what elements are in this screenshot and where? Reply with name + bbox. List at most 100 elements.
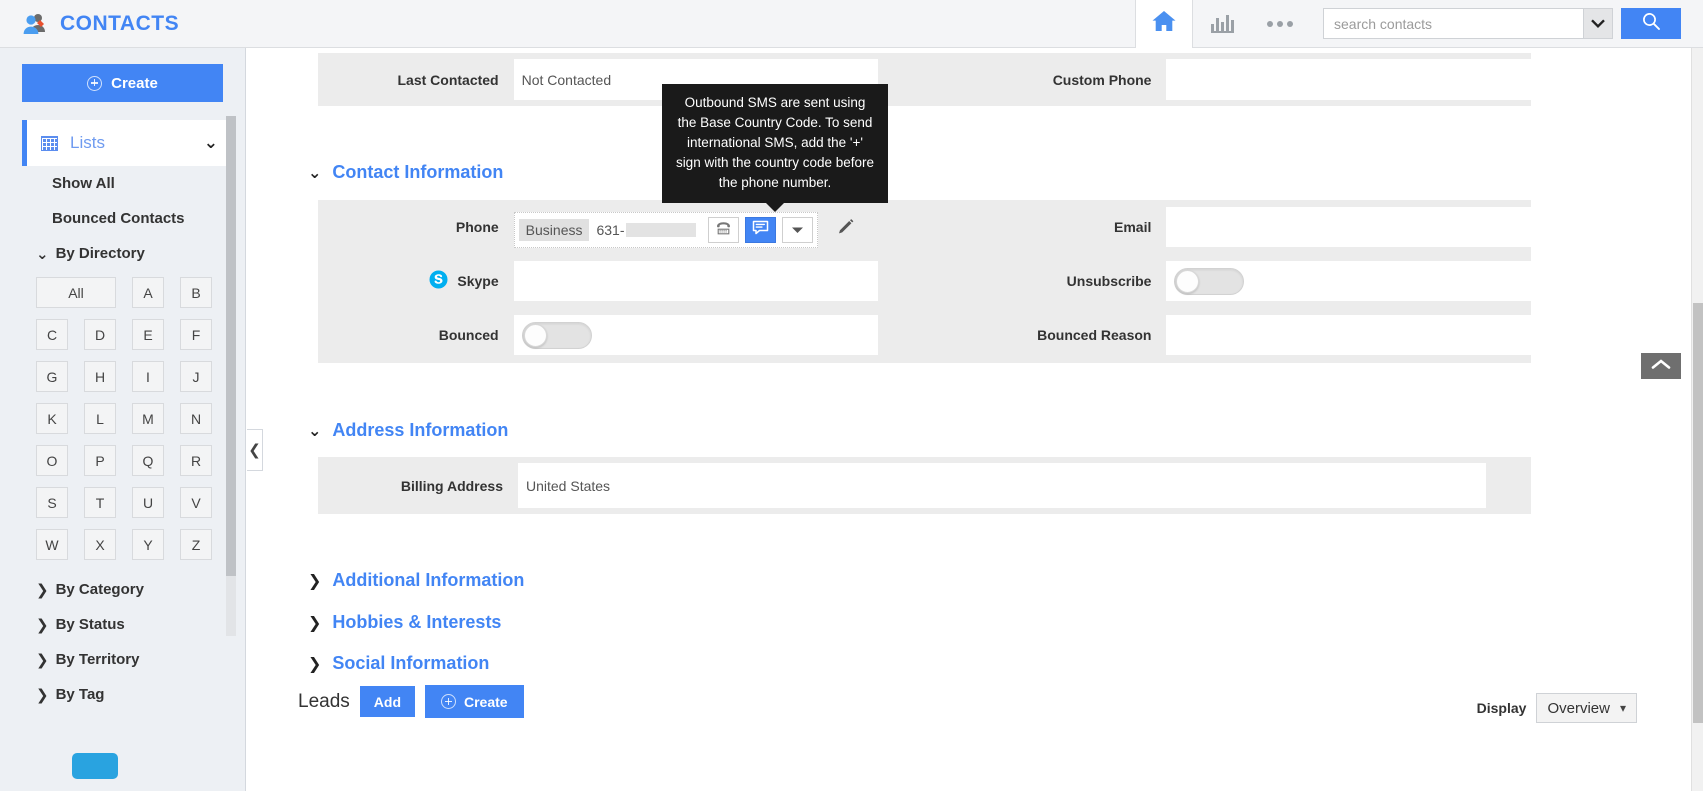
plus-circle-icon <box>441 694 456 709</box>
directory-letter-n[interactable]: N <box>180 403 212 434</box>
sidebar-group-by-category[interactable]: ❯ By Category <box>0 572 245 607</box>
search-scope-dropdown[interactable] <box>1583 8 1613 39</box>
chevron-down-icon: ⌄ <box>308 163 322 182</box>
chevron-right-icon: ❯ <box>36 685 49 704</box>
directory-letter-t[interactable]: T <box>84 487 116 518</box>
directory-letter-u[interactable]: U <box>132 487 164 518</box>
sidebar-group-by-directory-label: By Directory <box>55 245 145 262</box>
section-header-contact-information[interactable]: ⌄ Contact Information <box>308 162 503 183</box>
main-scrollbar[interactable] <box>1691 48 1703 791</box>
search-box[interactable] <box>1323 8 1583 39</box>
search-input[interactable] <box>1332 14 1575 33</box>
more-menu-button[interactable] <box>1251 0 1309 48</box>
section-header-social-information[interactable]: ❯ Social Information <box>308 653 489 674</box>
directory-letter-s[interactable]: S <box>36 487 68 518</box>
directory-letter-f[interactable]: F <box>180 319 212 350</box>
sidebar-group-by-territory[interactable]: ❯ By Territory <box>0 642 245 677</box>
sidebar-group-by-status[interactable]: ❯ By Status <box>0 607 245 642</box>
directory-letter-o[interactable]: O <box>36 445 68 476</box>
bounced-reason-label: Bounced Reason <box>1037 327 1152 343</box>
directory-letter-p[interactable]: P <box>84 445 116 476</box>
directory-letter-e[interactable]: E <box>132 319 164 350</box>
main-scrollbar-thumb[interactable] <box>1693 303 1703 723</box>
search-button[interactable] <box>1621 8 1681 39</box>
chevron-left-icon: ❮ <box>248 441 261 459</box>
sidebar-item-bounced-contacts[interactable]: Bounced Contacts <box>0 201 245 236</box>
brand[interactable]: CONTACTS <box>0 11 179 37</box>
sms-tooltip: Outbound SMS are sent using the Base Cou… <box>662 84 888 212</box>
sms-message-icon <box>752 220 769 240</box>
sidebar-item-bounced-contacts-label: Bounced Contacts <box>52 210 185 227</box>
billing-address-input[interactable]: United States <box>518 463 1486 508</box>
directory-letter-all[interactable]: All <box>36 277 116 308</box>
skype-label: Skype <box>457 273 499 289</box>
sidebar-item-show-all[interactable]: Show All <box>0 166 245 201</box>
section-title-contact-information: Contact Information <box>332 162 504 182</box>
sidebar-group-by-category-label: By Category <box>55 581 144 598</box>
directory-letter-w[interactable]: W <box>36 529 68 560</box>
directory-letter-j[interactable]: J <box>180 361 212 392</box>
display-select[interactable]: Overview ▾ <box>1536 693 1637 723</box>
bounced-toggle[interactable] <box>521 321 592 349</box>
email-label: Email <box>1114 219 1152 235</box>
leads-add-button[interactable]: Add <box>359 686 415 717</box>
chevron-right-icon: ❯ <box>36 580 49 599</box>
directory-letter-i[interactable]: I <box>132 361 164 392</box>
section-header-hobbies-interests[interactable]: ❯ Hobbies & Interests <box>308 612 501 633</box>
skype-input[interactable] <box>513 261 879 301</box>
directory-letter-x[interactable]: X <box>84 529 116 560</box>
directory-letter-m[interactable]: M <box>132 403 164 434</box>
bar-chart-icon <box>1210 14 1234 33</box>
custom-phone-input[interactable] <box>1166 59 1531 100</box>
directory-letter-v[interactable]: V <box>180 487 212 518</box>
chevron-right-icon: ❯ <box>308 571 322 590</box>
sidebar-item-lists-label: Lists <box>70 133 105 152</box>
home-button[interactable] <box>1135 0 1193 48</box>
sidebar-scrollbar[interactable] <box>226 116 236 636</box>
unsubscribe-toggle[interactable] <box>1174 267 1245 295</box>
create-button[interactable]: Create <box>22 64 223 102</box>
call-button[interactable] <box>707 217 739 243</box>
email-input[interactable] <box>1166 207 1532 247</box>
floating-action-pill[interactable] <box>72 753 118 779</box>
scroll-to-top-button[interactable] <box>1641 353 1681 379</box>
leads-related-list-header: Leads Add Create <box>298 685 524 718</box>
sidebar-group-by-directory[interactable]: ⌄ By Directory <box>0 236 245 271</box>
bounced-reason-input[interactable] <box>1166 315 1531 355</box>
section-header-address-information[interactable]: ⌄ Address Information <box>308 420 508 441</box>
phone-field[interactable]: Business 631- <box>513 212 818 248</box>
directory-letter-h[interactable]: H <box>84 361 116 392</box>
directory-letter-d[interactable]: D <box>84 319 116 350</box>
caret-down-icon <box>791 221 804 239</box>
phone-type-badge: Business <box>518 219 590 241</box>
section-title-social-information: Social Information <box>332 653 490 673</box>
directory-letter-y[interactable]: Y <box>132 529 164 560</box>
reports-button[interactable] <box>1193 0 1251 48</box>
phone-number-value: 631- <box>596 222 625 238</box>
directory-letter-l[interactable]: L <box>84 403 116 434</box>
chevron-down-icon: ⌄ <box>36 244 49 263</box>
sidebar-group-by-tag[interactable]: ❯ By Tag <box>0 677 245 712</box>
directory-letter-a[interactable]: A <box>132 277 164 308</box>
sidebar-scrollbar-thumb[interactable] <box>226 116 236 576</box>
phone-options-dropdown[interactable] <box>781 217 813 243</box>
sms-button[interactable] <box>744 217 776 243</box>
plus-circle-icon <box>87 75 103 91</box>
directory-letter-z[interactable]: Z <box>180 529 212 560</box>
app-title: CONTACTS <box>60 11 180 35</box>
directory-letter-k[interactable]: K <box>36 403 68 434</box>
directory-letter-r[interactable]: R <box>180 445 212 476</box>
directory-letter-c[interactable]: C <box>36 319 68 350</box>
section-header-additional-information[interactable]: ❯ Additional Information <box>308 570 524 591</box>
directory-letter-b[interactable]: B <box>180 277 212 308</box>
leads-create-button[interactable]: Create <box>425 685 524 718</box>
sidebar-item-lists[interactable]: Lists ⌄ <box>22 120 230 166</box>
sidebar-collapse-handle[interactable]: ❮ <box>247 429 263 471</box>
directory-letter-q[interactable]: Q <box>132 445 164 476</box>
custom-phone-label: Custom Phone <box>1052 71 1152 88</box>
leads-add-button-label: Add <box>373 693 401 710</box>
pencil-edit-icon[interactable] <box>836 218 855 242</box>
directory-letter-g[interactable]: G <box>36 361 68 392</box>
directory-letter-grid: All A B C D E F G H I J K L M N O P Q R … <box>36 277 216 560</box>
contacts-people-icon <box>22 11 48 37</box>
